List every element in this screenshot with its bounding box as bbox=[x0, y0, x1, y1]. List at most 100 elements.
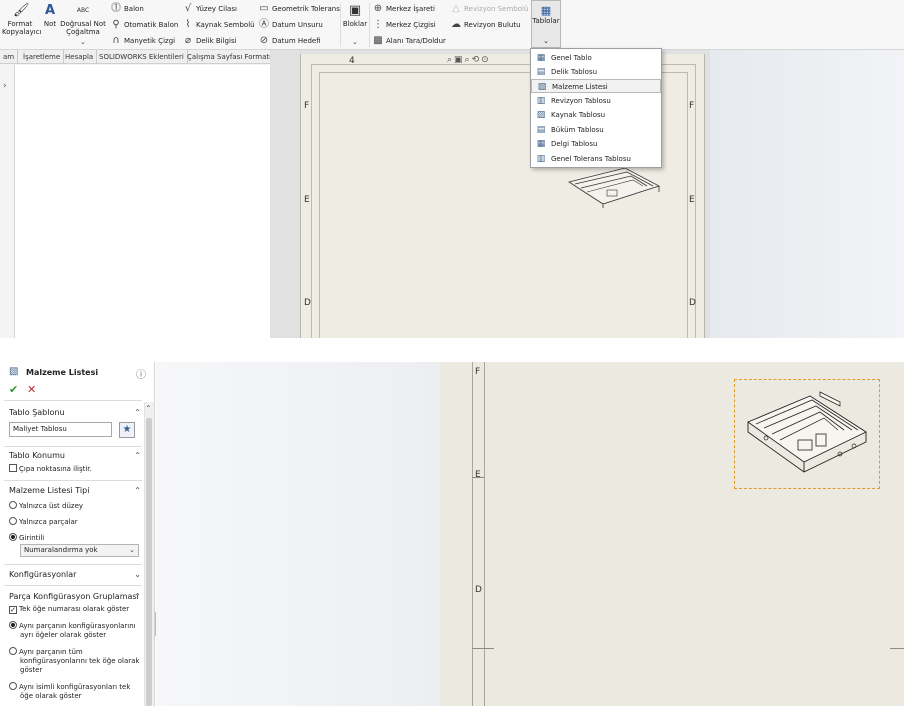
radio-parts-only[interactable]: Yalnızca parçalar bbox=[9, 517, 141, 527]
chevron-right-icon[interactable]: › bbox=[3, 81, 7, 91]
divider bbox=[4, 585, 142, 586]
tab-annotation[interactable]: İşaretleme bbox=[20, 50, 65, 64]
hole-callout-icon: ⌀ bbox=[184, 35, 192, 46]
menu-item-bill-of-materials[interactable]: ▧ Malzeme Listesi bbox=[531, 79, 661, 93]
numbering-select[interactable]: Numaralandırma yok ⌄ bbox=[20, 544, 139, 557]
chevron-up-icon[interactable]: ⌃ bbox=[134, 592, 141, 601]
center-mark-button[interactable]: ⊕ Merkez İşareti bbox=[372, 2, 435, 16]
hatch-icon: ▩ bbox=[373, 35, 383, 46]
datum-feature-icon: Ⓐ bbox=[259, 19, 269, 30]
revision-cloud-button[interactable]: ☁ Revizyon Bulutu bbox=[450, 18, 521, 32]
heads-up-toolbar[interactable]: ⌕▣⌕⟲⊙ bbox=[447, 55, 491, 65]
geometric-tolerance-button[interactable]: ▭ Geometrik Tolerans bbox=[258, 2, 340, 16]
chevron-up-icon[interactable]: ⌃ bbox=[134, 408, 141, 417]
sheet-border-right bbox=[695, 64, 696, 338]
radio-top-level-only[interactable]: Yalnızca üst düzey bbox=[9, 501, 141, 511]
radio-selected[interactable] bbox=[9, 533, 17, 541]
chevron-down-icon[interactable]: ⌄ bbox=[134, 570, 141, 579]
radio[interactable] bbox=[9, 647, 17, 655]
note-pattern-icon: ABC bbox=[76, 7, 90, 14]
anchor-checkbox[interactable]: Çıpa noktasına iliştir. bbox=[9, 464, 141, 474]
template-input[interactable]: Maliyet Tablosu bbox=[9, 422, 112, 437]
divider bbox=[4, 480, 142, 481]
tables-button[interactable]: ▦ Tablolar ⌄ bbox=[531, 0, 561, 48]
chevron-down-icon[interactable]: ⌄ bbox=[352, 38, 358, 46]
ribbon-separator bbox=[369, 3, 370, 47]
surface-finish-button[interactable]: √ Yüzey Cilası bbox=[182, 2, 237, 16]
hole-callout-button[interactable]: ⌀ Delik Bilgisi bbox=[182, 34, 237, 48]
cancel-x-icon[interactable]: ✕ bbox=[27, 383, 36, 396]
menu-item-hole-table[interactable]: ▤ Delik Tablosu bbox=[531, 65, 661, 79]
note-button[interactable]: A Not bbox=[40, 3, 60, 29]
format-painter-button[interactable]: 🖌 Format Kopyalayıcı bbox=[2, 3, 42, 37]
command-manager-tabs: am İşaretleme Hesapla SOLIDWORKS Eklenti… bbox=[0, 50, 276, 64]
graphics-background bbox=[710, 50, 904, 338]
note-icon: A bbox=[44, 3, 56, 18]
revision-symbol-button[interactable]: △ Revizyon Sembolü bbox=[450, 2, 528, 16]
auto-balloon-icon: ⚲ bbox=[112, 19, 120, 30]
part-isometric-view[interactable] bbox=[567, 164, 663, 208]
weld-symbol-button[interactable]: ⌇ Kaynak Sembolü bbox=[182, 18, 255, 32]
menu-item-punch-table[interactable]: ▦ Delgi Tablosu bbox=[531, 137, 661, 151]
bom-icon: ▧ bbox=[9, 366, 19, 377]
radio-indented[interactable]: Girintili bbox=[9, 533, 141, 543]
center-mark-icon: ⊕ bbox=[373, 3, 383, 14]
menu-item-revision-table[interactable]: ▥ Revizyon Tablosu bbox=[531, 94, 661, 108]
radio-selected[interactable] bbox=[9, 621, 17, 629]
weld-icon: ⌇ bbox=[185, 19, 191, 30]
hole-table-icon: ▤ bbox=[536, 67, 546, 77]
datum-target-button[interactable]: ⊘ Datum Hedefi bbox=[258, 34, 321, 48]
scrollbar-thumb[interactable] bbox=[146, 418, 152, 706]
menu-item-general-tolerance-table[interactable]: ▥ Genel Tolerans Tablosu bbox=[531, 152, 661, 166]
checkbox[interactable] bbox=[9, 464, 17, 472]
section-bom-type[interactable]: Malzeme Listesi Tipi ⌃ bbox=[9, 486, 141, 495]
radio-single-item-all-configs[interactable]: Aynı parçanın tüm konfigürasyonlarını te… bbox=[9, 647, 141, 675]
centerline-button[interactable]: ⋮ Merkez Çizgisi bbox=[372, 18, 436, 32]
scroll-up-icon[interactable]: ⌃ bbox=[145, 404, 152, 413]
sheet-inner-left bbox=[484, 362, 485, 706]
sheet-border-left bbox=[472, 362, 473, 706]
radio[interactable] bbox=[9, 682, 17, 690]
chevron-up-icon[interactable]: ⌃ bbox=[134, 486, 141, 495]
part-isometric-view[interactable] bbox=[744, 388, 870, 478]
chevron-down-icon[interactable]: ⌄ bbox=[80, 38, 86, 46]
menu-item-weld-table[interactable]: ▨ Kaynak Tablosu bbox=[531, 108, 661, 122]
ribbon-separator bbox=[340, 3, 341, 47]
radio-separate-items[interactable]: Aynı parçanın konfigürasyonlarını ayrı ö… bbox=[9, 621, 141, 640]
section-table-template[interactable]: Tablo Şablonu ⌃ bbox=[9, 408, 141, 417]
help-icon[interactable]: ⓘ bbox=[136, 366, 146, 381]
tab-prev[interactable]: am bbox=[0, 50, 19, 64]
linear-note-pattern-button[interactable]: ABC Doğrusal Not Çoğaltma bbox=[60, 4, 106, 36]
brush-icon: 🖌 bbox=[13, 3, 30, 18]
single-item-number-checkbox[interactable]: ✓ Tek öğe numarası olarak göster bbox=[9, 605, 141, 614]
balloon-icon: ⓵ bbox=[111, 3, 121, 14]
auto-balloon-button[interactable]: ⚲ Otomatik Balon bbox=[110, 18, 178, 32]
radio[interactable] bbox=[9, 517, 17, 525]
tab-solidworks-addins[interactable]: SOLIDWORKS Eklentileri bbox=[96, 50, 188, 64]
zone-label-f: F bbox=[689, 101, 695, 111]
balloon-button[interactable]: ⓵ Balon bbox=[110, 2, 144, 16]
panel-title: Malzeme Listesi bbox=[26, 368, 99, 377]
radio[interactable] bbox=[9, 501, 17, 509]
area-hatch-button[interactable]: ▩ Alanı Tara/Doldur bbox=[372, 34, 446, 48]
property-manager-panel: ▧ Malzeme Listesi ⓘ ✔ ✕ ⌃ Tablo Şablonu … bbox=[0, 362, 155, 706]
checkbox-checked[interactable]: ✓ bbox=[9, 606, 17, 614]
revision-cloud-icon: ☁ bbox=[451, 19, 461, 30]
menu-item-general-table[interactable]: ▦ Genel Tablo bbox=[531, 51, 661, 65]
ok-check-icon[interactable]: ✔ bbox=[9, 383, 18, 396]
menu-item-bend-table[interactable]: ▤ Büküm Tablosu bbox=[531, 123, 661, 137]
chevron-up-icon[interactable]: ⌃ bbox=[134, 451, 141, 460]
chevron-down-icon: ⌄ bbox=[129, 546, 135, 554]
blocks-button[interactable]: ▣ Bloklar bbox=[342, 4, 368, 29]
feature-tree-pane bbox=[14, 65, 270, 338]
section-configurations[interactable]: Konfigürasyonlar ⌄ bbox=[9, 570, 141, 579]
radio-same-name-single-item[interactable]: Aynı isimli konfigürasyonları tek öğe ol… bbox=[9, 682, 141, 701]
datum-feature-button[interactable]: Ⓐ Datum Unsuru bbox=[258, 18, 323, 32]
browse-template-icon[interactable]: ★ bbox=[119, 422, 135, 438]
section-config-grouping[interactable]: Parça Konfigürasyon Gruplaması ⌃ bbox=[9, 592, 141, 601]
magnetic-line-button[interactable]: ∩ Manyetik Çizgi bbox=[110, 34, 175, 48]
tab-sheet-format[interactable]: Çalışma Sayfası Formatı bbox=[184, 50, 276, 64]
tab-evaluate[interactable]: Hesapla bbox=[62, 50, 98, 64]
zone-tick bbox=[472, 648, 494, 649]
section-table-position[interactable]: Tablo Konumu ⌃ bbox=[9, 451, 141, 460]
